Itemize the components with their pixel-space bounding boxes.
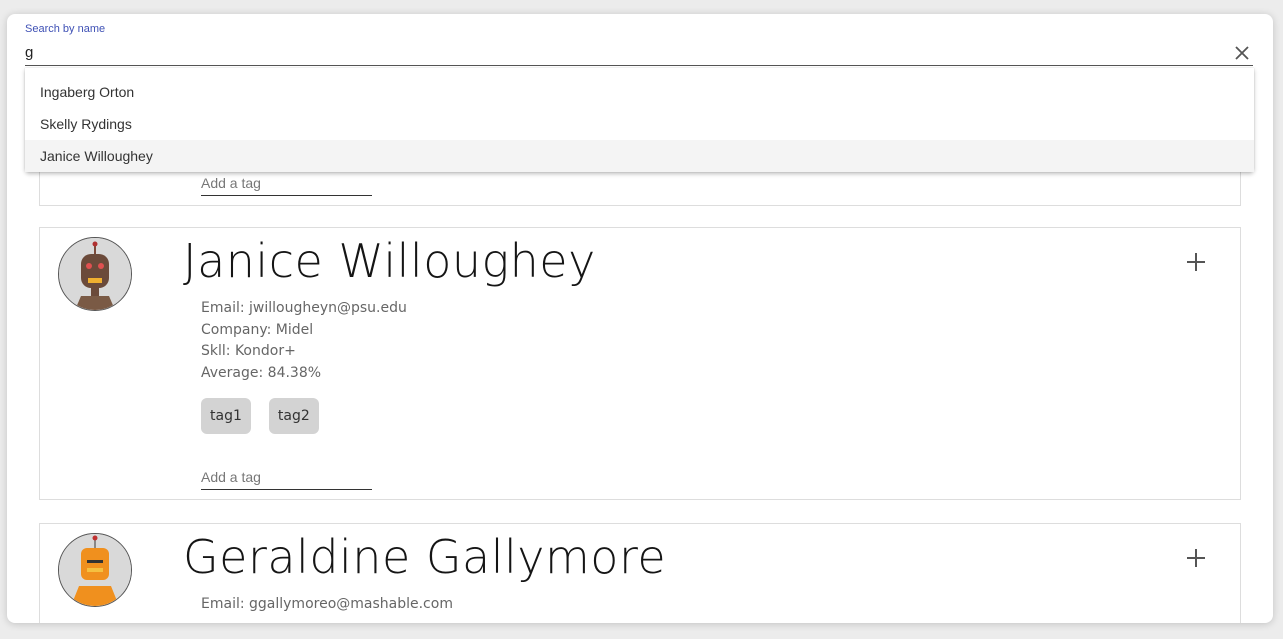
robot-avatar-icon bbox=[58, 237, 132, 311]
student-average: Average: 84.38% bbox=[201, 364, 322, 381]
clear-search-button[interactable] bbox=[1231, 42, 1253, 64]
student-skill: Skll: Kondor+ bbox=[201, 343, 296, 359]
plus-icon bbox=[1187, 253, 1205, 271]
tag-chip: tag1 bbox=[201, 398, 251, 434]
search-underline bbox=[25, 65, 1253, 66]
expand-button[interactable] bbox=[1184, 250, 1208, 274]
close-icon bbox=[1235, 46, 1249, 60]
student-email: Email: jwillougheyn@psu.edu bbox=[201, 300, 407, 316]
search-label: Search by name bbox=[25, 23, 106, 35]
student-name: Geraldine Gallymore bbox=[183, 530, 667, 584]
add-tag-input[interactable] bbox=[201, 171, 372, 196]
expand-button[interactable] bbox=[1184, 546, 1208, 570]
student-card: Geraldine Gallymore Email: ggallymoreo@m… bbox=[39, 523, 1241, 623]
autocomplete-dropdown: Ingaberg Orton Skelly Rydings Janice Wil… bbox=[25, 68, 1254, 172]
autocomplete-option[interactable]: Janice Willoughey bbox=[25, 140, 1254, 172]
student-list-panel: Search by name Ingaberg Orton Skelly Ryd… bbox=[7, 14, 1273, 623]
student-details: Email: ggallymoreo@mashable.com bbox=[201, 594, 453, 616]
student-company: Company: Midel bbox=[201, 321, 314, 338]
autocomplete-option[interactable]: Ingaberg Orton bbox=[25, 76, 1254, 108]
student-name: Janice Willoughey bbox=[183, 234, 596, 288]
autocomplete-option[interactable]: Skelly Rydings bbox=[25, 108, 1254, 140]
student-email: Email: ggallymoreo@mashable.com bbox=[201, 596, 453, 612]
student-card: Janice Willoughey Email: jwillougheyn@ps… bbox=[39, 227, 1241, 500]
search-input[interactable] bbox=[25, 40, 1225, 64]
student-details: Email: jwillougheyn@psu.edu Company: Mid… bbox=[201, 298, 407, 384]
tag-chip: tag2 bbox=[268, 398, 319, 434]
add-tag-input[interactable] bbox=[201, 465, 372, 490]
robot-avatar-icon bbox=[58, 533, 132, 607]
tag-list: tag1 tag2 bbox=[201, 398, 319, 434]
plus-icon bbox=[1187, 549, 1205, 567]
search-field: Search by name bbox=[25, 22, 1253, 66]
